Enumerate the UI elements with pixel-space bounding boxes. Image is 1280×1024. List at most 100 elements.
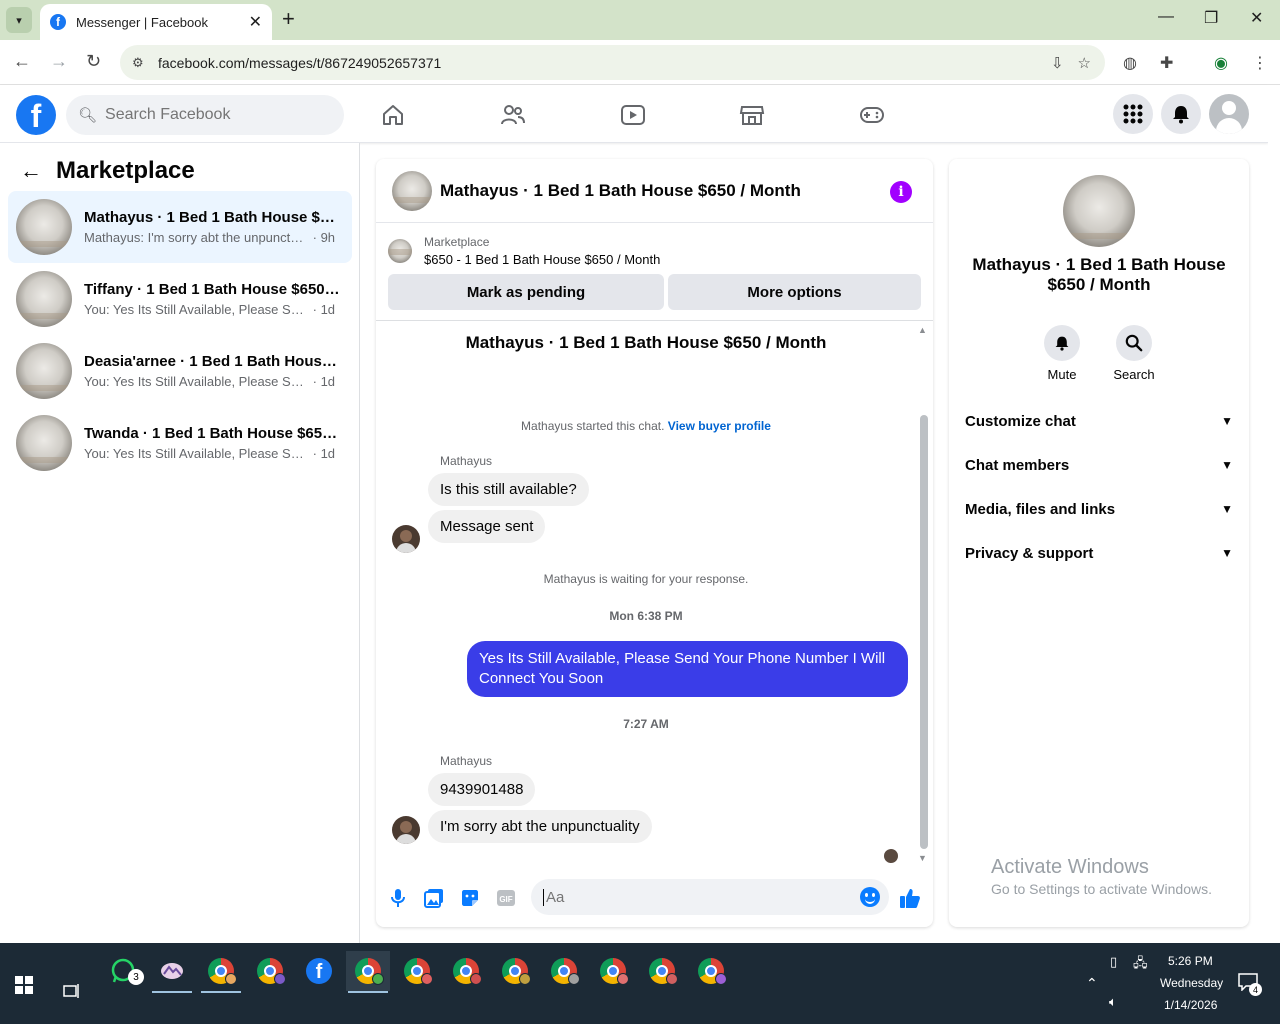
search-action[interactable]: Search bbox=[1104, 325, 1164, 382]
customize-chat-section[interactable]: Customize chat ▼ bbox=[965, 399, 1233, 443]
chat-listing-thumbnail[interactable] bbox=[392, 170, 432, 211]
message-list[interactable]: Mathayus · 1 Bed 1 Bath House $650 / Mon… bbox=[376, 321, 933, 869]
message-bubble-incoming[interactable]: I'm sorry abt the unpunctuality bbox=[428, 810, 652, 843]
chrome-taskbar-app[interactable] bbox=[444, 951, 488, 991]
close-tab-icon[interactable]: ✕ bbox=[249, 12, 262, 32]
chat-scrollbar-thumb[interactable] bbox=[920, 415, 928, 849]
gif-icon[interactable]: GIF bbox=[494, 886, 518, 910]
tab-search-dropdown-button[interactable]: ▾ bbox=[6, 7, 32, 33]
scroll-up-arrow-icon[interactable]: ▲ bbox=[918, 325, 927, 335]
conversation-item-tiffany[interactable]: Tiffany · 1 Bed 1 Bath House $650 / Mont… bbox=[8, 263, 352, 335]
gaming-icon[interactable] bbox=[859, 102, 885, 128]
volume-icon[interactable]: 🔈︎ bbox=[1109, 994, 1117, 1010]
message-bubble-incoming[interactable]: 9439901488 bbox=[428, 773, 536, 806]
back-arrow-icon[interactable]: ← bbox=[20, 158, 42, 184]
menu-grid-icon[interactable] bbox=[1113, 94, 1153, 134]
chat-members-section[interactable]: Chat members ▼ bbox=[965, 443, 1233, 487]
photos-taskbar-app[interactable] bbox=[150, 951, 194, 993]
site-info-icon[interactable]: ⚙ bbox=[132, 55, 148, 71]
message-input[interactable] bbox=[543, 888, 843, 906]
profile-icon[interactable]: ◉ bbox=[1214, 53, 1228, 73]
facebook-search-box[interactable]: 🔍︎ bbox=[66, 95, 344, 135]
home-icon[interactable] bbox=[380, 102, 406, 128]
search-in-chat-icon[interactable] bbox=[1116, 325, 1152, 361]
friends-icon[interactable] bbox=[500, 102, 526, 128]
browser-tab-active[interactable]: f Messenger | Facebook ✕ bbox=[40, 4, 272, 40]
attach-photo-icon[interactable] bbox=[422, 886, 446, 910]
chrome-taskbar-app[interactable] bbox=[199, 951, 243, 993]
back-icon[interactable]: ← bbox=[13, 51, 31, 72]
chrome-taskbar-app[interactable] bbox=[640, 951, 684, 991]
message-composer[interactable] bbox=[531, 879, 889, 915]
chrome-taskbar-app[interactable] bbox=[689, 951, 733, 991]
network-icon[interactable]: 🖧︎ bbox=[1133, 954, 1148, 976]
scroll-down-arrow-icon[interactable]: ▼ bbox=[918, 853, 927, 863]
conversation-item-twanda[interactable]: Twanda · 1 Bed 1 Bath House $650 / Month… bbox=[8, 407, 352, 479]
chrome-taskbar-app[interactable] bbox=[395, 951, 439, 991]
conversation-info-icon[interactable]: i bbox=[890, 181, 912, 203]
media-files-links-section[interactable]: Media, files and links ▼ bbox=[965, 487, 1233, 531]
chrome-taskbar-app[interactable] bbox=[591, 951, 635, 991]
translate-icon[interactable]: ◍ bbox=[1123, 53, 1137, 73]
chrome-taskbar-app[interactable] bbox=[493, 951, 537, 991]
notification-center-icon[interactable]: 4 bbox=[1238, 973, 1264, 996]
chrome-taskbar-app-active[interactable] bbox=[346, 951, 390, 993]
show-hidden-icons-chevron-icon[interactable]: ⌃ bbox=[1086, 975, 1098, 992]
mute-bell-icon[interactable] bbox=[1044, 325, 1080, 361]
thumbs-up-icon[interactable] bbox=[898, 886, 922, 910]
chat-title[interactable]: Mathayus · 1 Bed 1 Bath House $650 / Mon… bbox=[440, 181, 801, 201]
chevron-down-icon: ▼ bbox=[1221, 414, 1233, 428]
chat-header: Mathayus · 1 Bed 1 Bath House $650 / Mon… bbox=[376, 159, 933, 223]
task-view-icon[interactable] bbox=[50, 971, 94, 1011]
message-bubble-incoming[interactable]: Is this still available? bbox=[428, 473, 589, 506]
install-app-icon[interactable]: ⇩ bbox=[1051, 54, 1064, 72]
marketplace-icon[interactable] bbox=[739, 102, 765, 128]
mute-action[interactable]: Mute bbox=[1032, 325, 1092, 382]
view-buyer-profile-link[interactable]: View buyer profile bbox=[668, 419, 771, 433]
emoji-icon[interactable] bbox=[860, 887, 880, 907]
listing-thumbnail bbox=[16, 199, 72, 255]
privacy-support-section[interactable]: Privacy & support ▼ bbox=[965, 531, 1233, 575]
conversation-item-deasiaarnee[interactable]: Deasia'arnee · 1 Bed 1 Bath House $650 /… bbox=[8, 335, 352, 407]
chat-started-notice: Mathayus started this chat. View buyer p… bbox=[376, 419, 916, 433]
forward-icon[interactable]: → bbox=[50, 51, 68, 72]
clock-day[interactable]: Wednesday bbox=[1160, 976, 1223, 990]
clock-time[interactable]: 5:26 PM bbox=[1168, 954, 1213, 968]
chrome-taskbar-app[interactable] bbox=[542, 951, 586, 991]
url-text[interactable]: facebook.com/messages/t/867249052657371 bbox=[158, 55, 1051, 71]
whatsapp-taskbar-app[interactable]: 3 bbox=[101, 951, 145, 991]
device-icon[interactable]: ▯ bbox=[1110, 954, 1117, 970]
reload-icon[interactable]: ↻ bbox=[86, 51, 101, 72]
restore-icon[interactable]: ❐ bbox=[1204, 8, 1218, 28]
address-bar[interactable]: ⚙ facebook.com/messages/t/86724905265737… bbox=[120, 45, 1105, 80]
clock-date[interactable]: 1/14/2026 bbox=[1164, 998, 1217, 1012]
close-window-icon[interactable]: ✕ bbox=[1250, 8, 1263, 28]
new-tab-button[interactable]: + bbox=[282, 8, 295, 30]
windows-start-icon[interactable] bbox=[15, 976, 33, 999]
conversation-item-mathayus[interactable]: Mathayus · 1 Bed 1 Bath House $650 / Mon… bbox=[8, 191, 352, 263]
notifications-bell-icon[interactable] bbox=[1161, 94, 1201, 134]
listing-large-thumbnail[interactable] bbox=[1063, 175, 1135, 247]
microphone-icon[interactable] bbox=[386, 886, 410, 910]
details-title[interactable]: Mathayus · 1 Bed 1 Bath House $650 / Mon… bbox=[969, 255, 1229, 295]
chat-started-text: Mathayus started this chat. bbox=[521, 419, 665, 433]
message-bubble-outgoing[interactable]: Yes Its Still Available, Please Send You… bbox=[467, 641, 908, 697]
facebook-taskbar-app[interactable]: f bbox=[297, 951, 341, 991]
page-scrollbar[interactable] bbox=[1268, 85, 1280, 943]
extensions-icon[interactable]: ✚ bbox=[1160, 53, 1173, 73]
browser-menu-icon[interactable]: ⋮ bbox=[1252, 53, 1268, 73]
facebook-logo-icon[interactable]: f bbox=[16, 95, 56, 135]
facebook-search-input[interactable] bbox=[105, 106, 326, 124]
sticker-icon[interactable] bbox=[458, 886, 482, 910]
account-avatar[interactable] bbox=[1209, 94, 1249, 134]
minimize-icon[interactable]: — bbox=[1158, 8, 1174, 26]
sender-avatar[interactable] bbox=[392, 816, 420, 844]
watch-icon[interactable] bbox=[620, 102, 646, 128]
sender-avatar[interactable] bbox=[392, 525, 420, 553]
bookmark-star-icon[interactable]: ☆ bbox=[1078, 54, 1091, 72]
marketplace-listing-banner[interactable]: Marketplace $650 - 1 Bed 1 Bath House $6… bbox=[388, 235, 660, 267]
mark-as-pending-button[interactable]: Mark as pending bbox=[388, 274, 664, 310]
chrome-taskbar-app[interactable] bbox=[248, 951, 292, 991]
message-bubble-incoming[interactable]: Message sent bbox=[428, 510, 546, 543]
more-options-button[interactable]: More options bbox=[668, 274, 921, 310]
